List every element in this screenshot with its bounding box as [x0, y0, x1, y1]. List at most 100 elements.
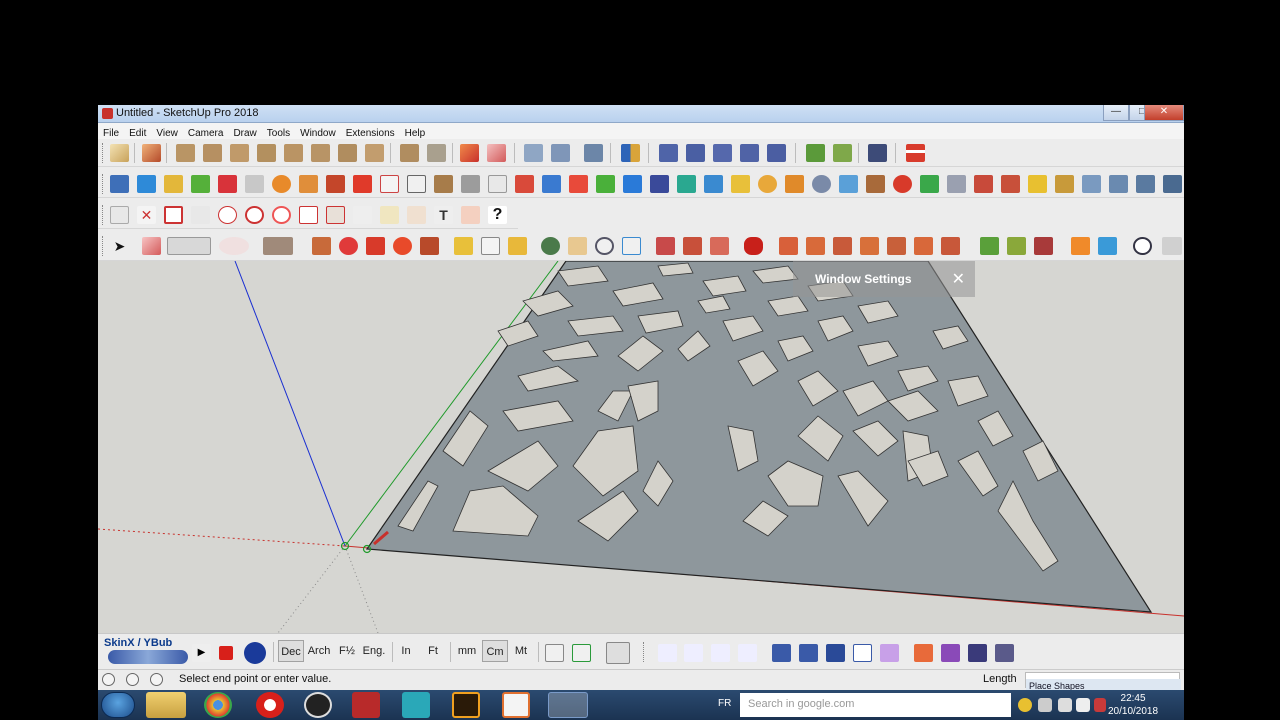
apply-units-icon[interactable]	[606, 642, 630, 664]
eraser-tool-icon[interactable]	[142, 237, 161, 255]
arc-tool-icon[interactable]	[868, 144, 887, 162]
menu-tools[interactable]: Tools	[262, 126, 295, 139]
precision-add-icon[interactable]	[572, 644, 591, 662]
shaded-icon[interactable]	[740, 144, 759, 162]
pyramid-yellow-icon[interactable]	[731, 175, 750, 193]
menu-help[interactable]: Help	[400, 126, 431, 139]
arc-dropdown[interactable]	[219, 237, 249, 255]
unit-in-button[interactable]: In	[396, 640, 416, 662]
loop-icon[interactable]	[893, 175, 912, 193]
toolbar-grip[interactable]	[102, 174, 105, 194]
top-view-icon[interactable]	[203, 144, 222, 162]
panel-icon[interactable]	[1082, 175, 1101, 193]
unit-mt-button[interactable]: Mt	[510, 640, 532, 662]
toolbar-grip[interactable]	[102, 205, 105, 225]
app-3d-icon[interactable]	[402, 692, 430, 718]
stair7-icon[interactable]	[941, 237, 960, 255]
stair2-icon[interactable]	[806, 237, 825, 255]
pattern-icon[interactable]	[1055, 175, 1074, 193]
paint-bucket-icon[interactable]	[460, 144, 479, 162]
tray-network-icon[interactable]	[1058, 698, 1072, 712]
tape-measure-icon[interactable]	[454, 237, 473, 255]
plane-grey-icon[interactable]	[245, 175, 264, 193]
select-tool-icon[interactable]	[110, 144, 129, 162]
align-icon[interactable]	[658, 644, 677, 662]
round-corner-icon[interactable]	[272, 175, 291, 193]
no-entry-icon[interactable]	[245, 206, 264, 224]
brick-icon[interactable]	[906, 144, 925, 162]
section-plane-icon[interactable]	[524, 144, 543, 162]
autocad-icon[interactable]	[352, 692, 380, 718]
mirror-icon[interactable]	[621, 144, 640, 162]
unit-mm-button[interactable]: mm	[455, 640, 479, 662]
plane-blue-icon[interactable]	[137, 175, 156, 193]
bend-icon[interactable]	[299, 175, 318, 193]
pyramid-icon[interactable]	[677, 175, 696, 193]
powerpoint-icon[interactable]	[502, 692, 530, 718]
pencil-icon[interactable]	[142, 144, 161, 162]
flip-icon[interactable]	[772, 644, 791, 662]
illustrator-icon[interactable]	[452, 692, 480, 718]
unit-dec-button[interactable]: Dec	[278, 640, 304, 662]
file-explorer-icon[interactable]	[146, 692, 186, 718]
tray-chrome-icon[interactable]	[1018, 698, 1032, 712]
textured-icon[interactable]	[767, 144, 786, 162]
toolbar-grip[interactable]	[102, 236, 105, 256]
info-icon[interactable]	[126, 673, 139, 686]
diamond-icon[interactable]	[826, 644, 845, 662]
circle-icon[interactable]	[272, 206, 291, 224]
help-two-icon[interactable]	[244, 642, 266, 664]
help-icon[interactable]: ?	[488, 206, 507, 224]
erase-line-icon[interactable]	[191, 206, 210, 224]
square-red-icon[interactable]	[353, 175, 372, 193]
unit-fraction-button[interactable]: F½	[334, 640, 360, 662]
spline-icon[interactable]	[542, 175, 561, 193]
plane-red-icon[interactable]	[218, 175, 237, 193]
pan-hand-icon[interactable]	[568, 237, 587, 255]
section-cut-icon[interactable]	[551, 144, 570, 162]
pencil-line-icon[interactable]	[914, 644, 933, 662]
menu-draw[interactable]: Draw	[228, 126, 261, 139]
terrain-icon[interactable]	[806, 144, 825, 162]
left-view-icon[interactable]	[311, 144, 330, 162]
menu-window[interactable]: Window	[295, 126, 341, 139]
gear-icon[interactable]	[812, 175, 831, 193]
section-fill-icon[interactable]	[584, 144, 603, 162]
grid-dots-icon[interactable]	[650, 175, 669, 193]
plant-icon[interactable]	[980, 237, 999, 255]
opera-icon[interactable]	[256, 692, 284, 718]
hidden-line-icon[interactable]	[713, 144, 732, 162]
cross-arrow-icon[interactable]	[839, 175, 858, 193]
bottom-view-icon[interactable]	[338, 144, 357, 162]
tray-flag-icon[interactable]	[1094, 698, 1106, 712]
chrome-icon[interactable]	[204, 692, 232, 718]
polyline-icon[interactable]	[515, 175, 534, 193]
cross-out-icon[interactable]	[461, 206, 480, 224]
toolbar-grip[interactable]	[643, 642, 646, 662]
move-icon[interactable]	[366, 237, 385, 255]
layout-icon[interactable]	[710, 237, 729, 255]
stop-icon[interactable]	[219, 646, 233, 660]
square-outline-icon[interactable]	[853, 644, 872, 662]
user-icon[interactable]	[150, 673, 163, 686]
ruby-icon[interactable]	[744, 237, 763, 255]
rectangle-outline-icon[interactable]	[380, 175, 399, 193]
stair3-icon[interactable]	[833, 237, 852, 255]
stair5-icon[interactable]	[887, 237, 906, 255]
question-shape-icon[interactable]	[880, 644, 899, 662]
protractor-icon[interactable]	[508, 237, 527, 255]
add-vertex-red-icon[interactable]	[569, 175, 588, 193]
pan-icon[interactable]	[427, 144, 446, 162]
plane-green-icon[interactable]	[191, 175, 210, 193]
unit-arch-button[interactable]: Arch	[306, 640, 332, 662]
menu-view[interactable]: View	[151, 126, 183, 139]
iso-view-icon[interactable]	[176, 144, 195, 162]
minimize-button[interactable]: —	[1103, 105, 1129, 121]
box-icon[interactable]	[434, 175, 453, 193]
pyramid-blue-icon[interactable]	[704, 175, 723, 193]
orbit-tool-icon[interactable]	[541, 237, 560, 255]
cube-orange-icon[interactable]	[1071, 237, 1090, 255]
cylinder-icon[interactable]	[866, 175, 885, 193]
extend-icon[interactable]	[407, 206, 426, 224]
corner-icon[interactable]	[488, 175, 507, 193]
